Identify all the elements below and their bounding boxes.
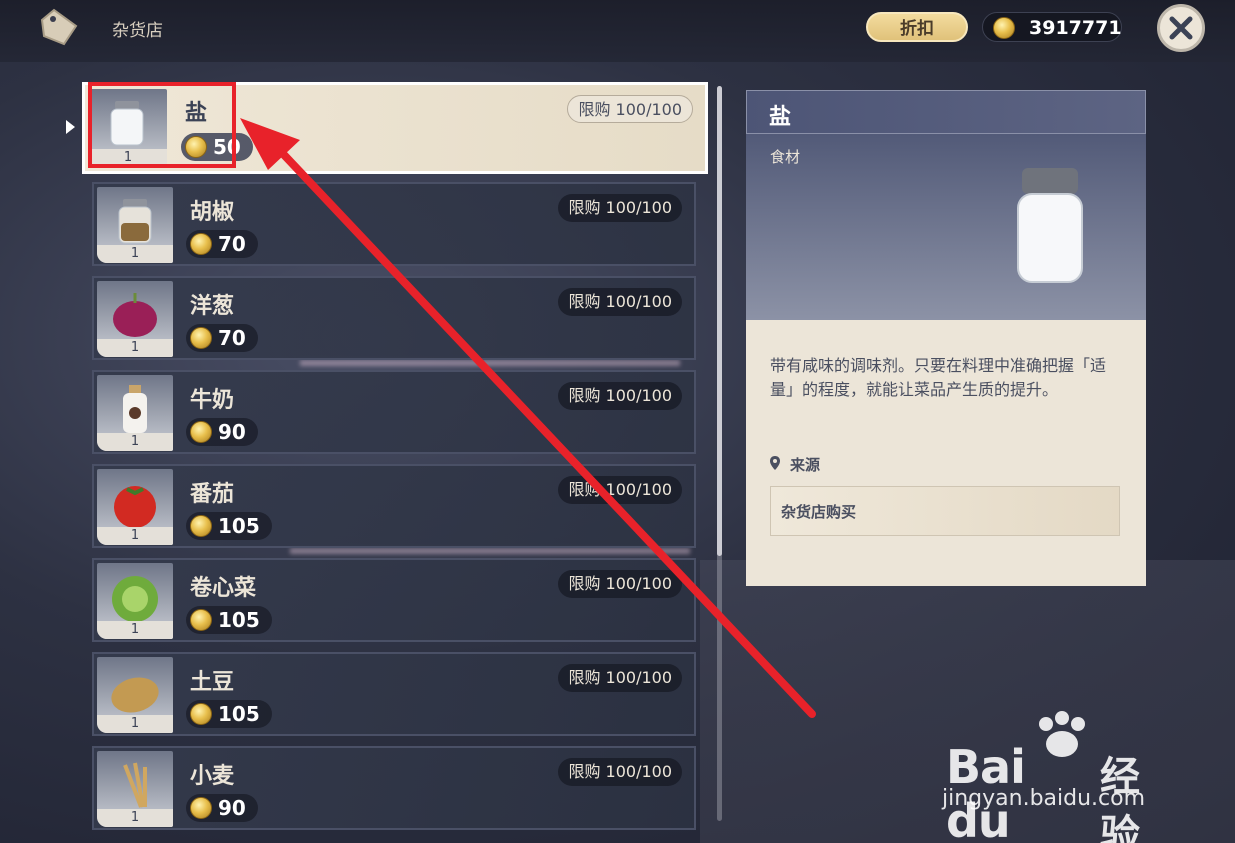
paw-logo-icon <box>1039 711 1085 757</box>
watermark-url: jingyan.baidu.com <box>942 786 1146 811</box>
